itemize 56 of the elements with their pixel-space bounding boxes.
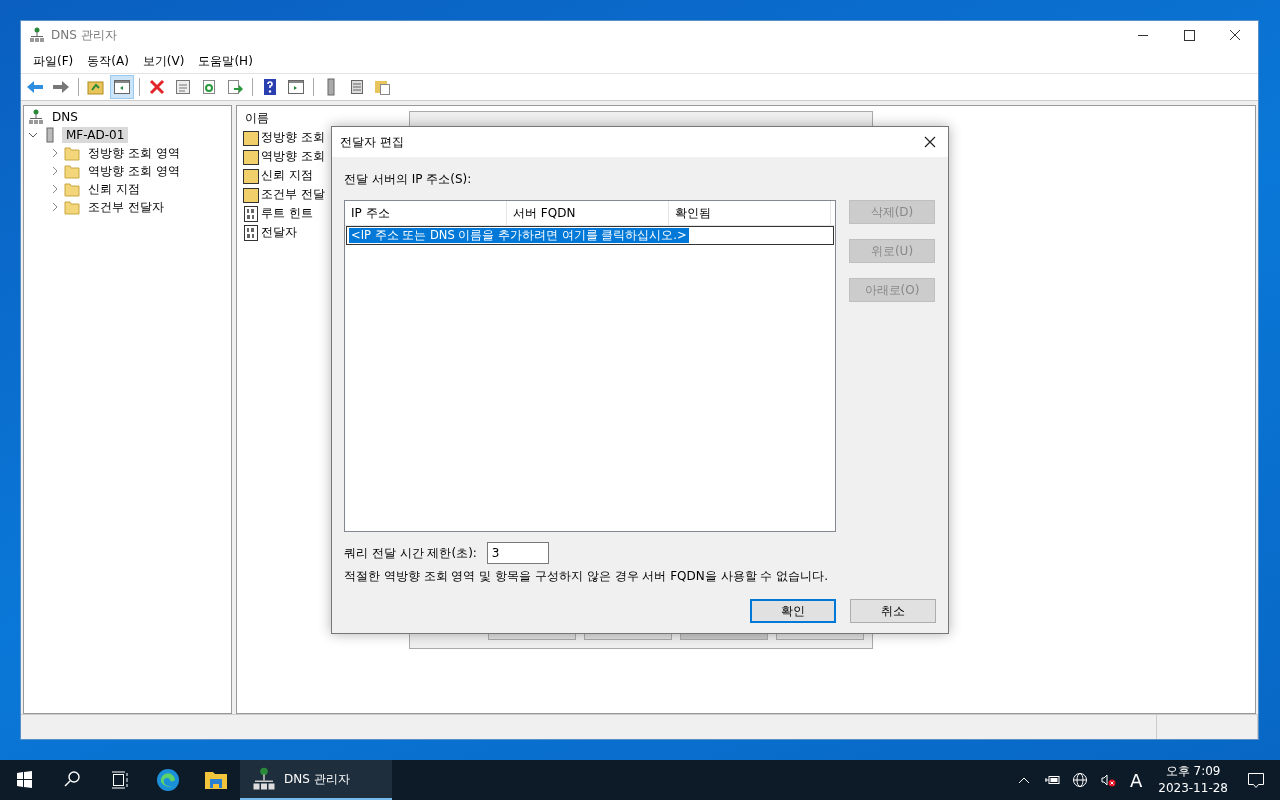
column-header[interactable]: IP 주소 — [345, 201, 507, 225]
window-title: DNS 관리자 — [51, 26, 117, 44]
tree-item[interactable]: 조건부 전달자 — [84, 197, 168, 217]
close-icon[interactable] — [924, 136, 936, 148]
console-tree-icon[interactable] — [111, 76, 133, 98]
expand-icon[interactable] — [50, 184, 60, 194]
dialog-title: 전달자 편집 — [340, 133, 404, 151]
input-indicator[interactable]: A — [1129, 769, 1143, 791]
list-label: 전달 서버의 IP 주소(S): — [344, 171, 473, 188]
list-item[interactable]: 조건부 전달 — [261, 186, 325, 203]
binary-file-icon — [243, 205, 259, 222]
folder-icon — [64, 145, 80, 161]
list-item[interactable]: 정방향 조회 — [261, 129, 325, 146]
tree-item[interactable]: 역방향 조회 영역 — [84, 161, 184, 181]
menu-item[interactable]: 보기(V) — [136, 50, 191, 72]
timeout-field[interactable]: 3 — [486, 542, 549, 564]
menu-item[interactable]: 도움말(H) — [192, 50, 259, 72]
column-header[interactable]: 서버 FQDN — [507, 201, 669, 225]
speaker-muted-icon[interactable] — [1099, 772, 1116, 788]
list-item[interactable]: 역방향 조회 — [261, 148, 325, 165]
tree-item[interactable]: 정방향 조회 영역 — [84, 143, 184, 163]
taskbar-app[interactable]: DNS 관리자 — [240, 760, 392, 800]
tree-item[interactable]: DNS — [48, 109, 82, 125]
row-text: <IP 주소 또는 DNS 이름을 추가하려면 여기를 클릭하십시오.> — [349, 228, 689, 243]
dialog-button[interactable]: 확인 — [750, 599, 836, 623]
menu-item[interactable]: 파일(F) — [27, 50, 80, 72]
swirl-icon — [156, 768, 180, 792]
tree-item[interactable]: 신뢰 지점 — [84, 179, 144, 199]
notification-icon[interactable] — [1246, 770, 1266, 790]
column-header[interactable]: 확인됨 — [669, 201, 831, 225]
network-icon — [29, 27, 45, 43]
folder-icon — [243, 129, 259, 146]
clock[interactable]: 오후 7:09 2023-11-28 — [1158, 763, 1228, 797]
folder-icon — [243, 148, 259, 165]
note-text: 적절한 역방향 조회 영역 및 항목을 구성하지 않은 경우 서버 FQDN을 사용할 수 없습니다. — [344, 568, 829, 585]
folder-icon — [243, 167, 259, 184]
tree-item[interactable]: MF-AD-01 — [62, 127, 129, 143]
network-icon — [252, 767, 276, 791]
folder-icon — [64, 181, 80, 197]
list-item[interactable]: 루트 힌트 — [261, 205, 313, 222]
collapse-icon[interactable] — [28, 130, 38, 140]
expand-icon[interactable] — [50, 166, 60, 176]
folder-icon — [243, 186, 259, 203]
globe-icon[interactable] — [1071, 772, 1088, 788]
folder-icon — [64, 163, 80, 179]
list-item[interactable]: 전달자 — [261, 224, 297, 241]
expand-icon[interactable] — [50, 148, 60, 158]
list-row[interactable]: <IP 주소 또는 DNS 이름을 추가하려면 여기를 클릭하십시오.> — [346, 226, 834, 245]
dialog-button[interactable]: 취소 — [850, 599, 936, 623]
network-icon — [28, 109, 44, 125]
menu-item[interactable]: 동작(A) — [81, 50, 135, 72]
binary-file-icon — [243, 224, 259, 241]
timeout-label: 쿼리 전달 시간 제한(초): — [344, 544, 477, 562]
list-item[interactable]: 신뢰 지점 — [261, 167, 313, 184]
folder-icon — [64, 199, 80, 215]
expand-icon[interactable] — [50, 202, 60, 212]
